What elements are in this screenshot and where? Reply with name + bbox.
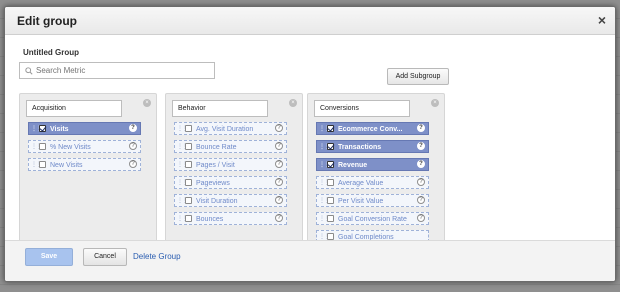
metric-checkbox[interactable] <box>39 143 46 150</box>
metric-label: Per Visit Value <box>338 198 384 205</box>
metric-checkbox[interactable] <box>185 125 192 132</box>
metric-item[interactable]: ⋮⋮ % New Visits ? <box>28 140 141 153</box>
metric-checkbox[interactable] <box>39 125 46 132</box>
metric-label: % New Visits <box>50 144 91 151</box>
metric-label: Pageviews <box>196 180 230 187</box>
metric-label: Bounce Rate <box>196 144 237 151</box>
subgroup-acquisition: Acquisition × ⋮⋮ Visits ? ⋮⋮ % New Visit… <box>19 93 157 245</box>
remove-subgroup-icon[interactable]: × <box>431 99 439 107</box>
metric-item[interactable]: ⋮⋮ Visit Duration ? <box>174 194 287 207</box>
metric-label: Goal Conversion Rate <box>338 216 407 223</box>
metric-checkbox[interactable] <box>327 233 334 240</box>
metric-item[interactable]: ⋮⋮ Ecommerce Conv... ? <box>316 122 429 135</box>
metric-label: Bounces <box>196 216 224 223</box>
help-icon[interactable]: ? <box>417 142 425 150</box>
help-icon[interactable]: ? <box>417 178 425 186</box>
subgroup-name-field[interactable]: Conversions <box>314 100 410 117</box>
help-icon[interactable]: ? <box>129 124 137 132</box>
metric-checkbox[interactable] <box>327 197 334 204</box>
metric-checkbox[interactable] <box>185 179 192 186</box>
metric-checkbox[interactable] <box>185 215 192 222</box>
metric-label: Ecommerce Conv... <box>338 126 403 133</box>
metric-checkbox[interactable] <box>327 143 334 150</box>
metric-item[interactable]: ⋮⋮ Pages / Visit ? <box>174 158 287 171</box>
dialog-title: Edit group <box>17 14 77 28</box>
help-icon[interactable]: ? <box>129 160 137 168</box>
metric-label: New Visits <box>50 162 83 169</box>
subgroup-behavior: Behavior × ⋮⋮ Avg. Visit Duration ? ⋮⋮ B… <box>165 93 303 245</box>
metric-label: Revenue <box>338 162 368 169</box>
metric-checkbox[interactable] <box>327 125 334 132</box>
subgroup-name-field[interactable]: Behavior <box>172 100 268 117</box>
metric-label: Avg. Visit Duration <box>196 126 254 133</box>
delete-group-link[interactable]: Delete Group <box>133 252 181 261</box>
subgroup-name-field[interactable]: Acquisition <box>26 100 122 117</box>
help-icon[interactable]: ? <box>275 142 283 150</box>
remove-subgroup-icon[interactable]: × <box>143 99 151 107</box>
help-icon[interactable]: ? <box>417 196 425 204</box>
help-icon[interactable]: ? <box>275 124 283 132</box>
metric-item[interactable]: ⋮⋮ Pageviews ? <box>174 176 287 189</box>
edit-group-dialog: Edit group × Untitled Group Add Subgroup… <box>4 6 616 282</box>
metric-checkbox[interactable] <box>185 197 192 204</box>
metric-checkbox[interactable] <box>185 143 192 150</box>
group-name[interactable]: Untitled Group <box>23 48 79 57</box>
metric-item[interactable]: ⋮⋮ Bounce Rate ? <box>174 140 287 153</box>
metric-item[interactable]: ⋮⋮ Avg. Visit Duration ? <box>174 122 287 135</box>
remove-subgroup-icon[interactable]: × <box>289 99 297 107</box>
subgroup-conversions: Conversions × ⋮⋮ Ecommerce Conv... ? ⋮⋮ … <box>307 93 445 245</box>
metric-item[interactable]: ⋮⋮ Transactions ? <box>316 140 429 153</box>
metric-checkbox[interactable] <box>185 161 192 168</box>
metric-label: Visit Duration <box>196 198 238 205</box>
metric-item[interactable]: ⋮⋮ Goal Conversion Rate ? <box>316 212 429 225</box>
metric-checkbox[interactable] <box>39 161 46 168</box>
metric-label: Visits <box>50 126 69 133</box>
search-icon <box>25 67 33 75</box>
cancel-button[interactable]: Cancel <box>83 248 127 266</box>
help-icon[interactable]: ? <box>275 178 283 186</box>
save-button[interactable]: Save <box>25 248 73 266</box>
metric-item[interactable]: ⋮⋮ Revenue ? <box>316 158 429 171</box>
metric-item[interactable]: ⋮⋮ New Visits ? <box>28 158 141 171</box>
help-icon[interactable]: ? <box>129 142 137 150</box>
help-icon[interactable]: ? <box>417 160 425 168</box>
metric-item[interactable]: ⋮⋮ Bounces ? <box>174 212 287 225</box>
search-metric-box[interactable] <box>19 62 215 79</box>
metric-checkbox[interactable] <box>327 215 334 222</box>
metric-label: Pages / Visit <box>196 162 235 169</box>
dialog-header: Edit group × <box>5 7 615 35</box>
help-icon[interactable]: ? <box>275 160 283 168</box>
metric-item[interactable]: ⋮⋮ Visits ? <box>28 122 141 135</box>
search-metric-input[interactable] <box>36 64 210 77</box>
help-icon[interactable]: ? <box>275 214 283 222</box>
help-icon[interactable]: ? <box>275 196 283 204</box>
metric-item[interactable]: ⋮⋮ Average Value ? <box>316 176 429 189</box>
metric-label: Average Value <box>338 180 384 187</box>
help-icon[interactable]: ? <box>417 124 425 132</box>
help-icon[interactable]: ? <box>417 214 425 222</box>
close-icon[interactable]: × <box>598 12 606 28</box>
metric-checkbox[interactable] <box>327 179 334 186</box>
metric-item[interactable]: ⋮⋮ Per Visit Value ? <box>316 194 429 207</box>
metric-label: Transactions <box>338 144 382 151</box>
add-subgroup-button[interactable]: Add Subgroup <box>387 68 449 85</box>
metric-checkbox[interactable] <box>327 161 334 168</box>
